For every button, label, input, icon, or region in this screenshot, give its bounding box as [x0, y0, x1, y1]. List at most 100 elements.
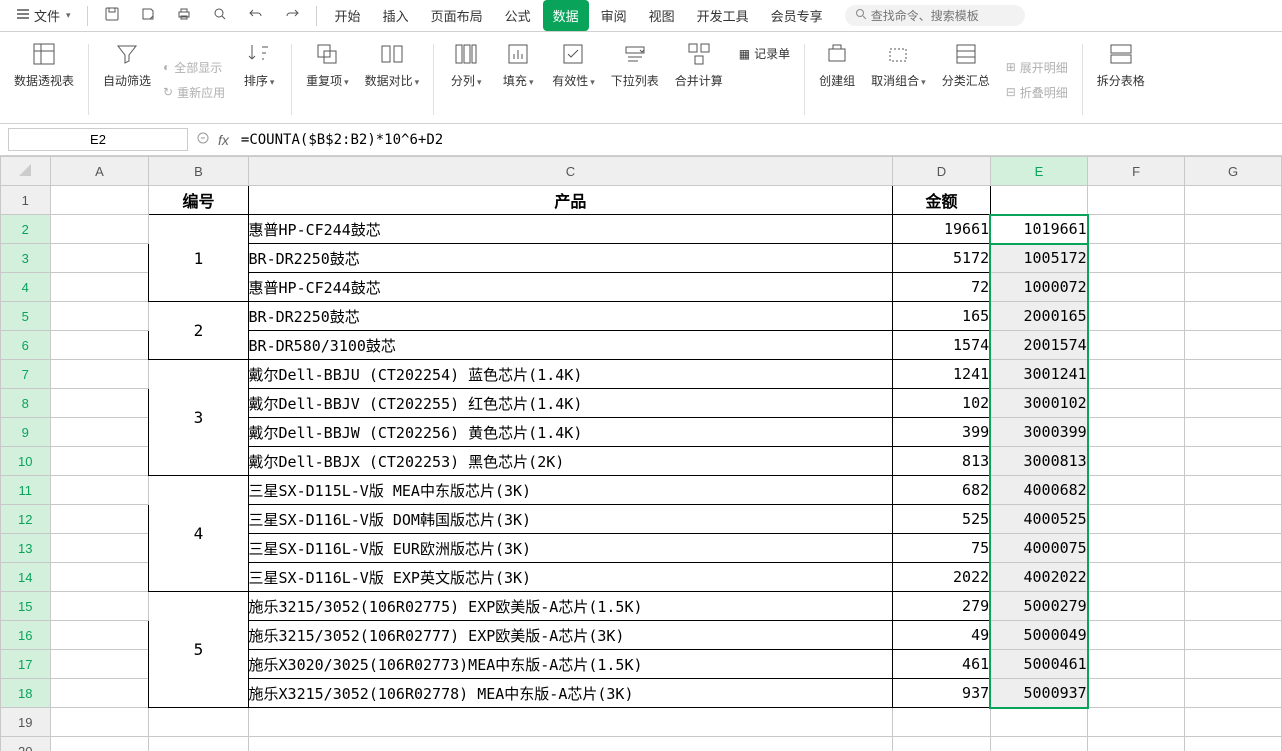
- tab-页面布局[interactable]: 页面布局: [421, 0, 493, 31]
- row-header-18[interactable]: 18: [1, 679, 51, 708]
- collapse-detail-button[interactable]: ⊟折叠明细: [1000, 81, 1074, 104]
- cell-C4[interactable]: 惠普HP-CF244鼓芯: [248, 273, 893, 302]
- cell-D7[interactable]: 1241: [893, 360, 990, 389]
- cell-D9[interactable]: 399: [893, 418, 990, 447]
- cell-D1[interactable]: 金额: [893, 186, 990, 215]
- cell-E11[interactable]: 4000682: [990, 476, 1088, 505]
- cell-C11[interactable]: 三星SX-D115L-V版 MEA中东版芯片(3K): [248, 476, 893, 505]
- cell-E15[interactable]: 5000279: [990, 592, 1088, 621]
- cell-E2[interactable]: 1019661: [990, 215, 1088, 244]
- cancel-icon[interactable]: [196, 131, 210, 148]
- col-header-B[interactable]: B: [149, 157, 248, 186]
- row-header-9[interactable]: 9: [1, 418, 51, 447]
- print-preview-button[interactable]: [204, 2, 236, 29]
- expand-detail-button[interactable]: ⊞展开明细: [1000, 56, 1074, 79]
- cell-E6[interactable]: 2001574: [990, 331, 1088, 360]
- col-header-A[interactable]: A: [50, 157, 149, 186]
- duplicates-button[interactable]: 重复项▾: [300, 36, 355, 123]
- subtotal-button[interactable]: 分类汇总: [936, 36, 996, 123]
- row-header-11[interactable]: 11: [1, 476, 51, 505]
- col-header-C[interactable]: C: [248, 157, 893, 186]
- row-header-17[interactable]: 17: [1, 650, 51, 679]
- row-header-1[interactable]: 1: [1, 186, 51, 215]
- cell-C9[interactable]: 戴尔Dell-BBJW (CT202256) 黄色芯片(1.4K): [248, 418, 893, 447]
- cell-C8[interactable]: 戴尔Dell-BBJV (CT202255) 红色芯片(1.4K): [248, 389, 893, 418]
- row-header-13[interactable]: 13: [1, 534, 51, 563]
- cell-C16[interactable]: 施乐3215/3052(106R02777) EXP欧美版-A芯片(3K): [248, 621, 893, 650]
- cell-B15[interactable]: 5: [149, 592, 248, 708]
- search-input[interactable]: [871, 9, 1011, 23]
- cell-D2[interactable]: 19661: [893, 215, 990, 244]
- col-header-D[interactable]: D: [893, 157, 990, 186]
- cell-C12[interactable]: 三星SX-D116L-V版 DOM韩国版芯片(3K): [248, 505, 893, 534]
- cell-C6[interactable]: BR-DR580/3100鼓芯: [248, 331, 893, 360]
- split-table-button[interactable]: 拆分表格: [1091, 36, 1151, 123]
- tab-开发工具[interactable]: 开发工具: [687, 0, 759, 31]
- cell-E14[interactable]: 4002022: [990, 563, 1088, 592]
- cell-B1[interactable]: 编号: [149, 186, 248, 215]
- sheet-area[interactable]: ABCDEFG1编号产品金额21惠普HP-CF244鼓芯196611019661…: [0, 156, 1282, 751]
- row-header-4[interactable]: 4: [1, 273, 51, 302]
- cell-D16[interactable]: 49: [893, 621, 990, 650]
- cell-C18[interactable]: 施乐X3215/3052(106R02778) MEA中东版-A芯片(3K): [248, 679, 893, 708]
- data-compare-button[interactable]: 数据对比▾: [359, 36, 426, 123]
- create-group-button[interactable]: 创建组: [813, 36, 861, 123]
- cell-C13[interactable]: 三星SX-D116L-V版 EUR欧洲版芯片(3K): [248, 534, 893, 563]
- row-header-19[interactable]: 19: [1, 708, 51, 737]
- row-header-10[interactable]: 10: [1, 447, 51, 476]
- cell-E8[interactable]: 3000102: [990, 389, 1088, 418]
- row-header-20[interactable]: 20: [1, 737, 51, 751]
- row-header-14[interactable]: 14: [1, 563, 51, 592]
- tab-会员专享[interactable]: 会员专享: [761, 0, 833, 31]
- cell-D17[interactable]: 461: [893, 650, 990, 679]
- save-as-button[interactable]: [132, 2, 164, 29]
- record-form-button[interactable]: ▦记录单: [733, 42, 796, 65]
- cell-C1[interactable]: 产品: [248, 186, 893, 215]
- save-button[interactable]: [96, 2, 128, 29]
- row-header-6[interactable]: 6: [1, 331, 51, 360]
- row-header-5[interactable]: 5: [1, 302, 51, 331]
- cell-C15[interactable]: 施乐3215/3052(106R02775) EXP欧美版-A芯片(1.5K): [248, 592, 893, 621]
- tab-视图[interactable]: 视图: [639, 0, 685, 31]
- cell-E7[interactable]: 3001241: [990, 360, 1088, 389]
- cell-B11[interactable]: 4: [149, 476, 248, 592]
- cell-D6[interactable]: 1574: [893, 331, 990, 360]
- cell-D13[interactable]: 75: [893, 534, 990, 563]
- cell-C7[interactable]: 戴尔Dell-BBJU (CT202254) 蓝色芯片(1.4K): [248, 360, 893, 389]
- cell-D5[interactable]: 165: [893, 302, 990, 331]
- dropdown-list-button[interactable]: 下拉列表: [605, 36, 665, 123]
- pivot-table-button[interactable]: 数据透视表: [8, 36, 80, 123]
- row-header-8[interactable]: 8: [1, 389, 51, 418]
- col-header-G[interactable]: G: [1185, 157, 1282, 186]
- cell-D8[interactable]: 102: [893, 389, 990, 418]
- cell-C17[interactable]: 施乐X3020/3025(106R02773)MEA中东版-A芯片(1.5K): [248, 650, 893, 679]
- cell-C3[interactable]: BR-DR2250鼓芯: [248, 244, 893, 273]
- col-header-F[interactable]: F: [1088, 157, 1185, 186]
- row-header-16[interactable]: 16: [1, 621, 51, 650]
- cell-E3[interactable]: 1005172: [990, 244, 1088, 273]
- search-box[interactable]: [845, 5, 1025, 26]
- cell-D4[interactable]: 72: [893, 273, 990, 302]
- cell-D14[interactable]: 2022: [893, 563, 990, 592]
- cell-C5[interactable]: BR-DR2250鼓芯: [248, 302, 893, 331]
- print-button[interactable]: [168, 2, 200, 29]
- cell-D10[interactable]: 813: [893, 447, 990, 476]
- cell-B2[interactable]: 1: [149, 215, 248, 302]
- cell-E1[interactable]: [990, 186, 1088, 215]
- reapply-button[interactable]: ↻重新应用: [157, 81, 231, 104]
- fill-button[interactable]: 填充▾: [494, 36, 542, 123]
- cell-E18[interactable]: 5000937: [990, 679, 1088, 708]
- consolidate-button[interactable]: 合并计算: [669, 36, 729, 123]
- row-header-3[interactable]: 3: [1, 244, 51, 273]
- fx-label[interactable]: fx: [218, 132, 229, 148]
- cell-E16[interactable]: 5000049: [990, 621, 1088, 650]
- cell-D11[interactable]: 682: [893, 476, 990, 505]
- cell-E10[interactable]: 3000813: [990, 447, 1088, 476]
- cell-C14[interactable]: 三星SX-D116L-V版 EXP英文版芯片(3K): [248, 563, 893, 592]
- cell-B5[interactable]: 2: [149, 302, 248, 360]
- cell-E17[interactable]: 5000461: [990, 650, 1088, 679]
- tab-公式[interactable]: 公式: [495, 0, 541, 31]
- text-to-columns-button[interactable]: 分列▾: [442, 36, 490, 123]
- tab-审阅[interactable]: 审阅: [591, 0, 637, 31]
- cell-D18[interactable]: 937: [893, 679, 990, 708]
